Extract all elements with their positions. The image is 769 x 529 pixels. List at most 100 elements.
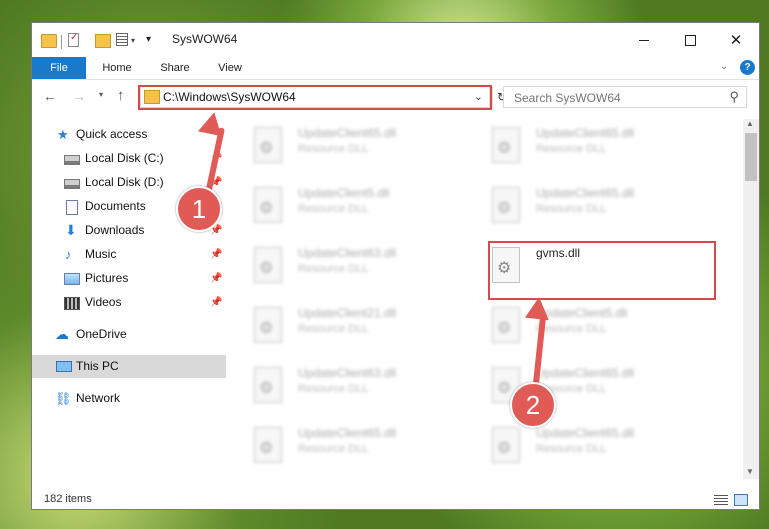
file-tile[interactable]: UpdateClient65.dll Resource DLL [478,119,698,177]
file-type: Resource DLL [536,323,607,335]
annotation-arrowhead [524,295,552,321]
file-tile[interactable]: UpdateClient63.dll Resource DLL [240,359,460,417]
tiles-view-icon[interactable] [734,494,748,506]
dll-file-icon [254,367,282,403]
file-type: Resource DLL [536,203,607,215]
download-icon: ⬇ [65,222,77,238]
title-bar: ▾ ▾ SysWOW64 ✕ [32,23,759,57]
details-view-icon[interactable] [714,495,728,506]
search-icon[interactable]: ⚲ [729,89,739,105]
videos-icon [64,297,80,310]
sidebar-item-label: Local Disk (D:) [85,175,164,189]
sidebar-item-label: This PC [76,359,119,373]
scroll-down-icon[interactable]: ▼ [746,467,754,476]
sidebar-item-videos[interactable]: Videos 📌 [32,291,226,314]
drive-icon [64,155,80,165]
tab-file[interactable]: File [32,57,86,79]
cloud-icon: ☁ [55,326,69,342]
file-name: UpdateClient65.dll [536,366,635,380]
file-name: UpdateClient65.dll [536,426,635,440]
pin-icon[interactable]: 📌 [210,291,222,314]
item-count: 182 items [44,493,92,505]
sidebar-item-onedrive[interactable]: ☁ OneDrive [32,323,226,346]
dll-file-icon [492,307,520,343]
search-box[interactable]: ⚲ [503,86,747,108]
window-title: SysWOW64 [172,32,238,46]
dll-file-icon [254,127,282,163]
file-tile[interactable]: UpdateClient65.dll Resource DLL [240,419,460,475]
file-name: UpdateClient65.dll [536,126,635,140]
pin-icon[interactable]: 📌 [210,243,222,266]
minimize-icon [639,39,649,41]
close-button[interactable]: ✕ [713,23,759,57]
file-tile[interactable]: UpdateClient65.dll Resource DLL [240,119,460,177]
step-2-badge: 2 [510,382,556,428]
sidebar-item-quick-access[interactable]: ★ Quick access [32,123,226,146]
maximize-button[interactable] [667,23,713,57]
file-type: Resource DLL [298,443,369,455]
scroll-up-icon[interactable]: ▲ [746,119,754,128]
address-highlight-box [138,85,492,110]
file-highlight-box [488,241,716,300]
sidebar-item-label: Videos [85,295,122,309]
dll-file-icon [254,247,282,283]
sidebar-item-music[interactable]: ♪ Music 📌 [32,243,226,266]
computer-icon [56,361,72,372]
file-tile[interactable]: UpdateClient63.dll Resource DLL [240,239,460,297]
file-tile[interactable]: UpdateClient5.dll Resource DLL [240,179,460,237]
sidebar-item-label: Downloads [85,223,145,237]
up-arrow-icon[interactable]: ↑ [117,87,125,104]
pictures-icon [64,273,80,285]
sidebar-item-label: Quick access [76,127,148,141]
file-name: UpdateClient65.dll [298,426,397,440]
customize-toolbar-icon[interactable]: ▾ [146,34,151,50]
scrollbar-thumb[interactable] [745,133,757,181]
dll-file-icon [492,187,520,223]
forward-arrow-icon[interactable]: → [72,88,86,104]
expand-ribbon-icon[interactable]: ⌄ [720,61,728,72]
tab-share[interactable]: Share [152,57,198,79]
recent-locations-icon[interactable]: ▾ [99,90,103,99]
file-tile[interactable]: UpdateClient21.dll Resource DLL [240,299,460,357]
sidebar-item-label: Documents [85,199,146,213]
file-name: UpdateClient65.dll [298,126,397,140]
chevron-down-icon[interactable]: ▾ [131,36,135,52]
file-tile[interactable]: UpdateClient65.dll Resource DLL [478,419,698,475]
help-icon[interactable]: ? [740,60,755,75]
file-type: Resource DLL [298,323,369,335]
divider [61,35,62,49]
sidebar-item-label: Pictures [85,271,129,285]
sidebar-item-label: Network [76,391,121,405]
folder-icon[interactable] [41,34,57,48]
sidebar-item-pictures[interactable]: Pictures 📌 [32,267,226,290]
sidebar-item-network[interactable]: ⛓ Network [32,387,226,410]
minimize-button[interactable] [621,23,667,57]
navigation-pane: ★ Quick access Local Disk (C:) 📌 Local D… [32,119,226,479]
dll-file-icon [492,427,520,463]
dll-file-icon [254,307,282,343]
ribbon-tabs: File Home Share View ⌄ ? [32,57,759,80]
new-folder-icon[interactable] [95,34,111,48]
file-type: Resource DLL [298,203,369,215]
back-arrow-icon[interactable]: ← [43,88,57,104]
documents-icon [66,200,78,215]
file-type: Resource DLL [298,383,369,395]
step-1-badge: 1 [176,186,222,232]
sidebar-item-local-disk-c[interactable]: Local Disk (C:) 📌 [32,147,226,170]
sidebar-item-label: Local Disk (C:) [85,151,164,165]
close-icon: ✕ [729,32,743,49]
search-input[interactable] [512,88,716,108]
maximize-icon [684,34,696,46]
sidebar-item-label: OneDrive [76,327,127,341]
vertical-scrollbar[interactable]: ▲ ▼ [743,119,759,479]
sidebar-item-this-pc[interactable]: This PC [32,355,226,378]
explorer-window: ▾ ▾ SysWOW64 ✕ File Home Share View ⌄ ? … [31,22,760,510]
file-tile[interactable]: UpdateClient5.dll Resource DLL [478,299,698,357]
view-layout-icon[interactable] [116,33,128,46]
navigation-bar: ← → ▾ ↑ C:\Windows\SysWOW64 ⌄ ↻ ⚲ [32,80,759,114]
tab-home[interactable]: Home [94,57,140,79]
pin-icon[interactable]: 📌 [210,267,222,290]
properties-icon[interactable] [68,32,79,47]
file-tile[interactable]: UpdateClient65.dll Resource DLL [478,179,698,237]
tab-view[interactable]: View [207,57,253,79]
